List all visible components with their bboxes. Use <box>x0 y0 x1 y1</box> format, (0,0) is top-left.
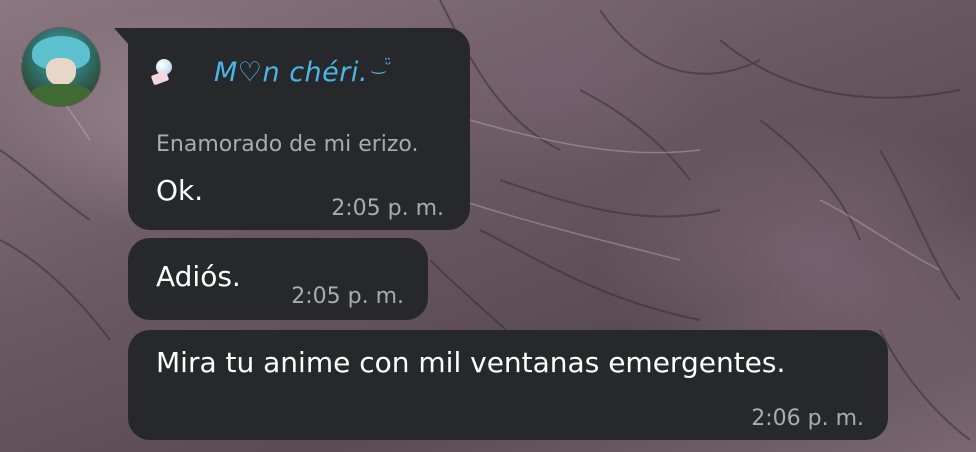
pin-icon <box>150 57 178 87</box>
avatar-coat <box>30 84 92 106</box>
message-timestamp: 2:05 p. m. <box>291 284 404 309</box>
sender-name[interactable]: M♡n chéri. <box>214 57 368 88</box>
pin-tag <box>150 70 170 86</box>
sender-avatar[interactable] <box>22 28 100 106</box>
message-bubble[interactable]: Adiós. 2:05 p. m. <box>128 238 428 320</box>
sender-name-decoration: ‿ᵕ̈ <box>371 54 392 74</box>
message-bubble[interactable]: M♡n chéri. ‿ᵕ̈ Enamorado de mi erizo. Ok… <box>114 28 470 230</box>
message-bubble[interactable]: Mira tu anime con mil ventanas emergente… <box>128 330 888 440</box>
message-text: Mira tu anime con mil ventanas emergente… <box>156 346 786 379</box>
avatar-face <box>46 58 76 86</box>
message-text: Adiós. <box>156 260 241 293</box>
sender-status: Enamorado de mi erizo. <box>156 132 419 157</box>
message-timestamp: 2:05 p. m. <box>331 196 444 221</box>
sender-header: M♡n chéri. ‿ᵕ̈ <box>150 52 391 92</box>
message-timestamp: 2:06 p. m. <box>751 406 864 431</box>
message-text: Ok. <box>156 174 204 207</box>
